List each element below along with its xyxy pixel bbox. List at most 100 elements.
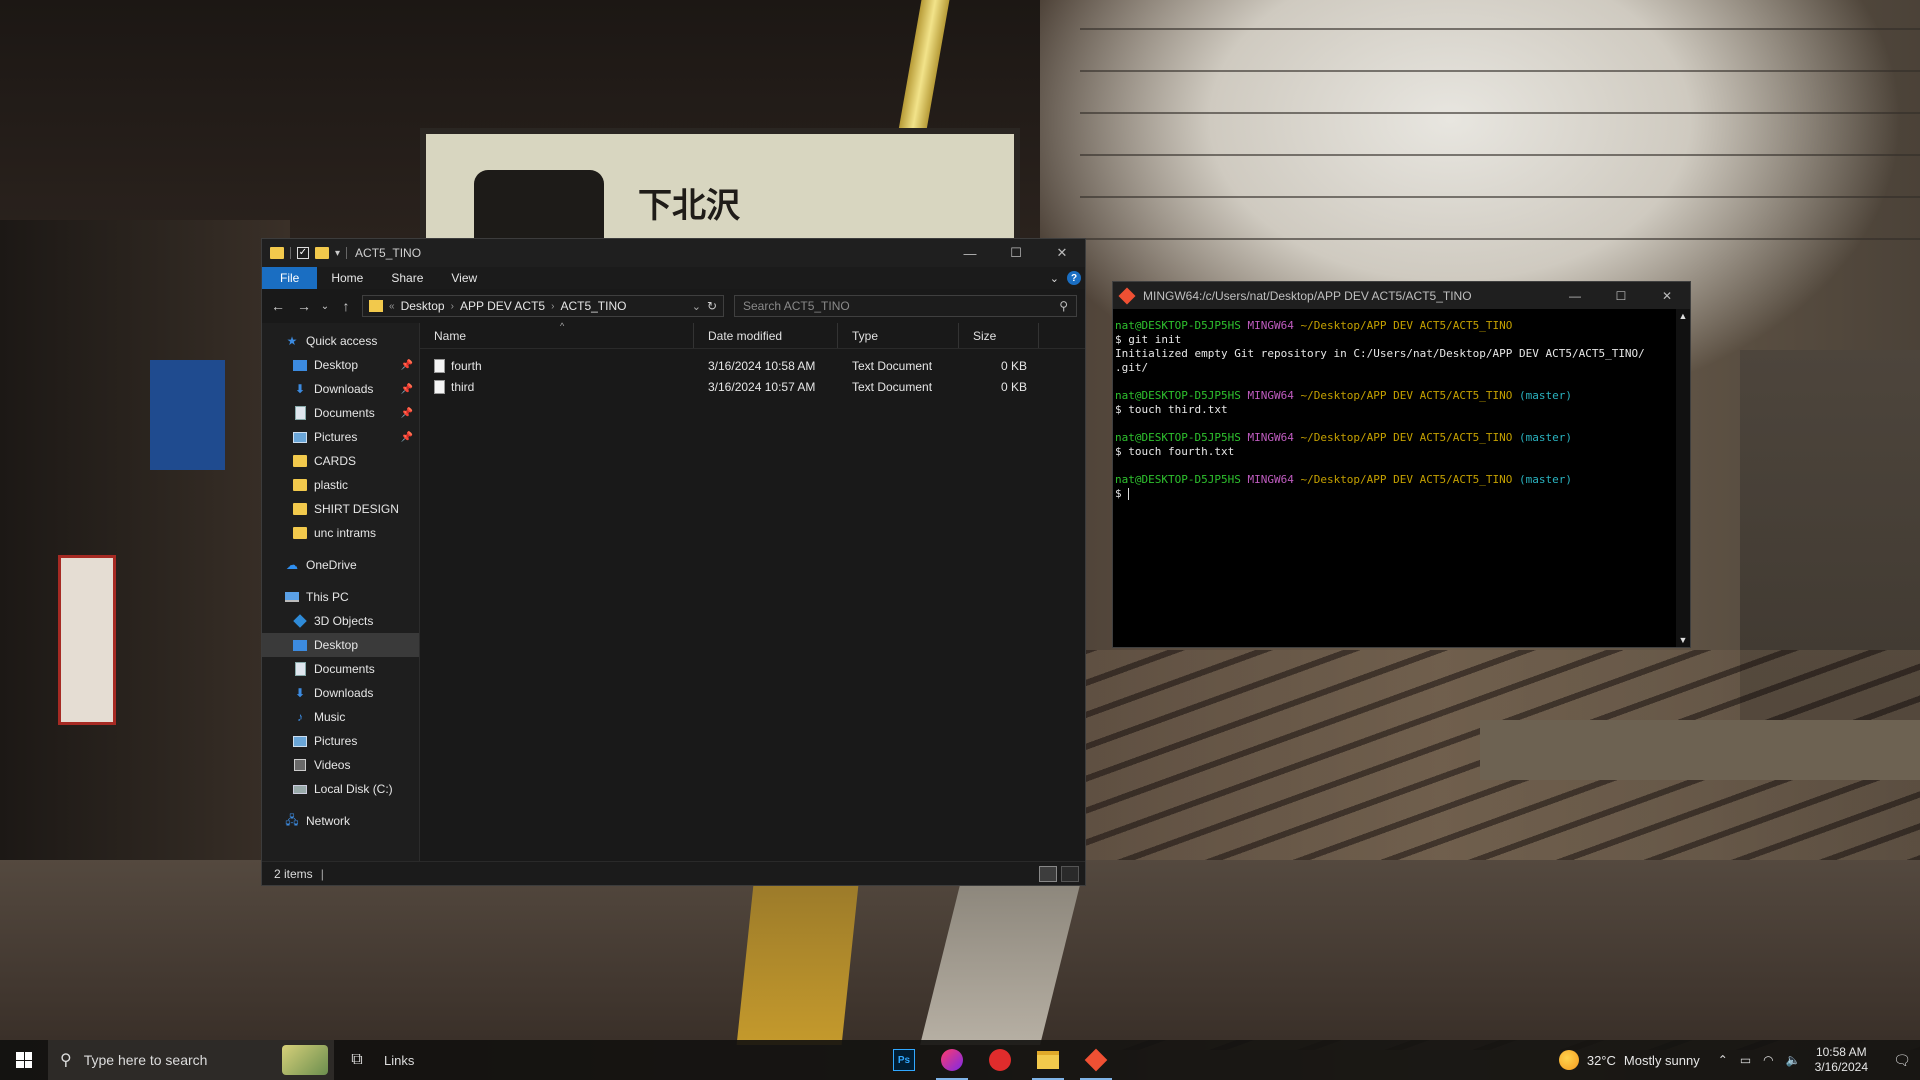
taskbar-search-box[interactable]: ⚲ Type here to search <box>48 1040 334 1080</box>
maximize-button[interactable]: ☐ <box>1598 289 1644 303</box>
maximize-button[interactable]: ☐ <box>993 239 1039 267</box>
tab-view[interactable]: View <box>437 267 491 289</box>
column-type-header[interactable]: Type <box>838 323 959 348</box>
forward-button[interactable]: → <box>294 298 314 314</box>
terminal-titlebar[interactable]: MINGW64:/c/Users/nat/Desktop/APP DEV ACT… <box>1113 282 1690 309</box>
wifi-icon[interactable]: ◠ <box>1763 1053 1773 1067</box>
nav-item-pictures[interactable]: Pictures 📌 <box>262 425 419 449</box>
refresh-icon[interactable]: ↻ <box>707 299 717 313</box>
close-button[interactable]: ✕ <box>1644 289 1690 303</box>
taskbar: ⚲ Type here to search ⧉ Links Ps 32°C Mo… <box>0 1040 1920 1080</box>
git-bash-window: MINGW64:/c/Users/nat/Desktop/APP DEV ACT… <box>1112 281 1691 648</box>
nav-item-local-disk[interactable]: Local Disk (C:) <box>262 777 419 801</box>
file-row-third[interactable]: third 3/16/2024 10:57 AM Text Document 0… <box>420 376 1085 397</box>
properties-icon[interactable]: ✓ <box>297 247 309 259</box>
folder-icon <box>292 526 308 540</box>
up-button[interactable]: ↑ <box>336 298 356 314</box>
links-toolbar[interactable]: Links <box>384 1053 414 1068</box>
notification-center-icon[interactable]: 🗨 <box>1884 1052 1920 1069</box>
file-name: third <box>451 379 475 394</box>
volume-icon[interactable]: 🔈 <box>1786 1053 1801 1067</box>
file-date: 3/16/2024 10:57 AM <box>708 379 816 394</box>
tab-file[interactable]: File <box>262 267 318 289</box>
prompt-path: ~/Desktop/APP DEV ACT5/ACT5_TINO <box>1300 431 1513 444</box>
nav-item-desktop[interactable]: Desktop 📌 <box>262 353 419 377</box>
file-size: 0 KB <box>1000 358 1027 373</box>
music-icon: ♪ <box>297 710 303 724</box>
minimize-button[interactable]: — <box>1552 289 1598 303</box>
show-hidden-icons-chevron-up-icon[interactable]: ⌃ <box>1718 1053 1728 1067</box>
explorer-titlebar[interactable]: ✓ ▾ ACT5_TINO — ☐ ✕ <box>262 239 1085 267</box>
back-button[interactable]: ← <box>268 298 288 314</box>
expand-ribbon-icon[interactable]: ⌄ <box>1050 272 1059 285</box>
nav-item-music[interactable]: ♪ Music <box>262 705 419 729</box>
terminal-output[interactable]: nat@DESKTOP-D5JP5HS MINGW64 ~/Desktop/AP… <box>1113 309 1690 501</box>
nav-item-plastic[interactable]: plastic <box>262 473 419 497</box>
search-box[interactable]: Search ACT5_TINO ⚲ <box>734 295 1077 317</box>
terminal-prompt: $ <box>1115 487 1129 500</box>
file-row-fourth[interactable]: fourth 3/16/2024 10:58 AM Text Document … <box>420 355 1085 376</box>
task-view-button[interactable]: ⧉ <box>334 1051 380 1069</box>
breadcrumb-act5-tino[interactable]: ACT5_TINO <box>560 299 626 313</box>
scroll-up-icon[interactable]: ▲ <box>1676 309 1690 323</box>
breadcrumb-desktop[interactable]: Desktop <box>401 299 445 313</box>
nav-label: Local Disk (C:) <box>314 782 393 796</box>
clock[interactable]: 10:58 AM 3/16/2024 <box>1815 1045 1868 1075</box>
window-controls: — ☐ ✕ <box>947 239 1085 267</box>
details-view-button[interactable] <box>1039 865 1057 882</box>
nav-quick-access[interactable]: ★ Quick access <box>262 329 419 353</box>
new-folder-icon[interactable] <box>315 247 329 259</box>
tab-home[interactable]: Home <box>317 267 377 289</box>
customize-toolbar-icon[interactable]: ▾ <box>335 248 340 259</box>
meet-now-icon[interactable]: ▭ <box>1740 1053 1751 1067</box>
nav-this-pc[interactable]: This PC <box>262 585 419 609</box>
column-label: Name <box>434 328 467 343</box>
nav-item-videos[interactable]: Videos <box>262 753 419 777</box>
nav-label: Network <box>306 814 351 828</box>
nav-item-shirt-design[interactable]: SHIRT DESIGN <box>262 497 419 521</box>
column-date-header[interactable]: Date modified <box>694 323 838 348</box>
terminal-title: MINGW64:/c/Users/nat/Desktop/APP DEV ACT… <box>1143 288 1472 303</box>
taskbar-app-photoshop[interactable]: Ps <box>880 1040 928 1080</box>
nav-item-downloads[interactable]: ⬇ Downloads 📌 <box>262 377 419 401</box>
tab-share[interactable]: Share <box>377 267 437 289</box>
address-bar[interactable]: « Desktop › APP DEV ACT5 › ACT5_TINO ⌄ ↻ <box>362 295 724 317</box>
large-icons-view-button[interactable] <box>1061 865 1079 882</box>
window-title: ACT5_TINO <box>355 246 422 260</box>
recent-locations-chevron-icon[interactable]: ⌄ <box>320 301 330 312</box>
column-size-header[interactable]: Size <box>959 323 1039 348</box>
help-icon[interactable]: ? <box>1067 271 1081 285</box>
nav-label: Documents <box>314 662 375 676</box>
scroll-down-icon[interactable]: ▼ <box>1676 633 1690 647</box>
nav-label: OneDrive <box>306 558 357 572</box>
search-highlight-icon[interactable] <box>282 1045 328 1075</box>
address-dropdown-icon[interactable]: ⌄ <box>692 300 701 313</box>
taskbar-app-canva[interactable] <box>928 1040 976 1080</box>
nav-item-pc-documents[interactable]: Documents <box>262 657 419 681</box>
folder-icon <box>292 454 308 468</box>
breadcrumb-app-dev-act5[interactable]: APP DEV ACT5 <box>460 299 545 313</box>
taskbar-app-anydesk[interactable] <box>976 1040 1024 1080</box>
nav-item-documents[interactable]: Documents 📌 <box>262 401 419 425</box>
column-name-header[interactable]: ^ Name <box>420 321 694 348</box>
taskbar-app-git-bash[interactable] <box>1072 1040 1120 1080</box>
nav-item-pc-pictures[interactable]: Pictures <box>262 729 419 753</box>
nav-item-3d-objects[interactable]: 3D Objects <box>262 609 419 633</box>
nav-item-pc-desktop[interactable]: Desktop <box>262 633 419 657</box>
nav-label: Music <box>314 710 346 724</box>
nav-network[interactable]: 🖧 Network <box>262 809 419 833</box>
terminal-command: $ touch third.txt <box>1115 403 1228 416</box>
weather-widget[interactable]: 32°C Mostly sunny <box>1558 1050 1700 1070</box>
nav-item-cards[interactable]: CARDS <box>262 449 419 473</box>
taskbar-app-file-explorer[interactable] <box>1024 1040 1072 1080</box>
nav-label: 3D Objects <box>314 614 374 628</box>
nav-item-pc-downloads[interactable]: ⬇ Downloads <box>262 681 419 705</box>
nav-item-unc-intrams[interactable]: unc intrams <box>262 521 419 545</box>
close-button[interactable]: ✕ <box>1039 239 1085 267</box>
taskbar-search-placeholder: Type here to search <box>83 1052 208 1068</box>
nav-onedrive[interactable]: ☁ OneDrive <box>262 553 419 577</box>
minimize-button[interactable]: — <box>947 239 993 267</box>
start-button[interactable] <box>0 1040 48 1080</box>
terminal-scrollbar[interactable]: ▲ ▼ <box>1676 309 1690 647</box>
